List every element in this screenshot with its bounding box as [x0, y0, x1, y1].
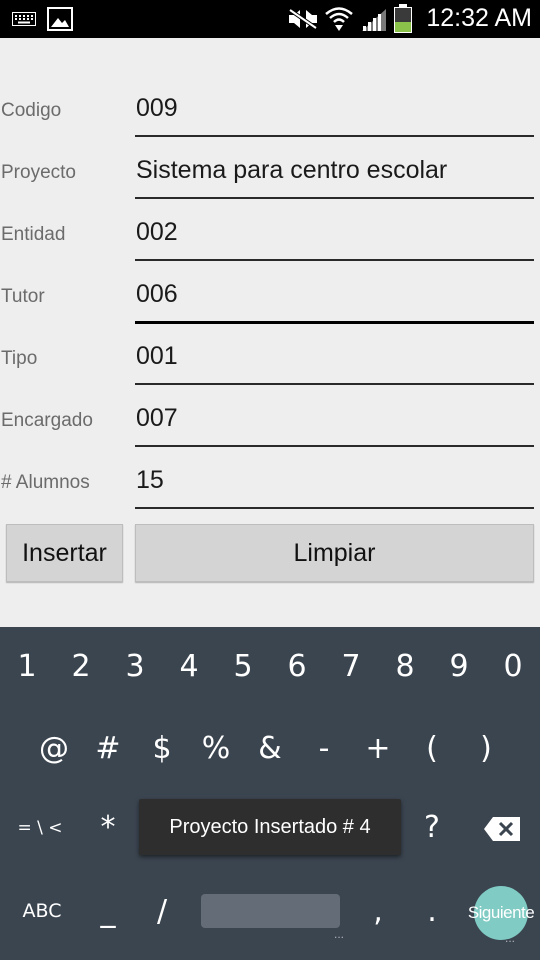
next-button[interactable]: Siguiente: [468, 886, 535, 940]
field-alumnos: # Alumnos 15: [0, 452, 540, 514]
alumnos-input-underline: [135, 507, 534, 509]
alumnos-input[interactable]: 15: [136, 466, 164, 495]
clear-button[interactable]: Limpiar: [135, 524, 534, 582]
key-hash[interactable]: #: [81, 719, 135, 779]
field-label-codigo: Codigo: [1, 100, 62, 121]
field-label-proyecto: Proyecto: [1, 162, 76, 183]
key-question[interactable]: ?: [405, 798, 459, 858]
field-codigo: Codigo 009: [0, 80, 540, 142]
mute-icon: [288, 8, 318, 30]
key-dollar[interactable]: $: [135, 719, 189, 779]
key-plus[interactable]: +: [351, 719, 405, 779]
key-minus[interactable]: -: [297, 719, 351, 779]
key-1[interactable]: 1: [0, 637, 54, 697]
key-comma[interactable]: ,: [351, 882, 405, 942]
tipo-input[interactable]: 001: [136, 342, 178, 371]
key-2[interactable]: 2: [54, 637, 108, 697]
soft-keyboard: 1 2 3 4 5 6 7 8 9 0 @ # $ % & - + ( ) = …: [0, 627, 540, 960]
backspace-icon[interactable]: [483, 816, 521, 842]
next-key-dots: ...: [505, 931, 516, 945]
field-label-entidad: Entidad: [1, 224, 66, 245]
image-icon: [47, 7, 73, 31]
space-key[interactable]: [201, 894, 340, 928]
field-tutor: Tutor 006: [0, 266, 540, 328]
key-8[interactable]: 8: [378, 637, 432, 697]
key-7[interactable]: 7: [324, 637, 378, 697]
key-at[interactable]: @: [27, 719, 81, 779]
key-5[interactable]: 5: [216, 637, 270, 697]
key-slash[interactable]: /: [135, 882, 189, 942]
key-4[interactable]: 4: [162, 637, 216, 697]
field-label-encargado: Encargado: [1, 410, 93, 431]
field-encargado: Encargado 007: [0, 390, 540, 452]
encargado-input[interactable]: 007: [136, 404, 178, 433]
keyboard-icon: [12, 12, 36, 26]
proyecto-input[interactable]: Sistema para centro escolar: [136, 156, 447, 185]
wifi-icon: [325, 7, 353, 31]
tipo-input-underline: [135, 383, 534, 385]
field-label-tipo: Tipo: [1, 348, 38, 369]
toast-message: Proyecto Insertado # 4: [139, 799, 401, 855]
key-6[interactable]: 6: [270, 637, 324, 697]
entidad-input[interactable]: 002: [136, 218, 178, 247]
field-proyecto: Proyecto Sistema para centro escolar: [0, 142, 540, 204]
key-more-symbols[interactable]: = \ <: [10, 798, 70, 858]
encargado-input-underline: [135, 445, 534, 447]
proyecto-input-underline: [135, 197, 534, 199]
status-time: 12:32 AM: [426, 4, 532, 32]
tutor-input[interactable]: 006: [136, 280, 178, 309]
entidad-input-underline: [135, 259, 534, 261]
field-tipo: Tipo 001: [0, 328, 540, 390]
key-period[interactable]: .: [405, 882, 459, 942]
field-label-tutor: Tutor: [1, 286, 45, 307]
key-ampersand[interactable]: &: [243, 719, 297, 779]
tutor-input-underline: [135, 321, 534, 324]
key-percent[interactable]: %: [189, 719, 243, 779]
field-entidad: Entidad 002: [0, 204, 540, 266]
key-close-paren[interactable]: ): [459, 719, 513, 779]
key-abc[interactable]: ABC: [2, 881, 82, 941]
key-0[interactable]: 0: [486, 637, 540, 697]
key-3[interactable]: 3: [108, 637, 162, 697]
battery-icon: [394, 4, 412, 33]
key-9[interactable]: 9: [432, 637, 486, 697]
insert-button[interactable]: Insertar: [6, 524, 123, 582]
status-bar: 12:32 AM: [0, 0, 540, 38]
field-label-alumnos: # Alumnos: [1, 472, 90, 493]
key-underscore[interactable]: _: [81, 882, 135, 942]
space-key-dots: ...: [334, 927, 345, 941]
key-open-paren[interactable]: (: [405, 719, 459, 779]
key-asterisk[interactable]: *: [81, 798, 135, 858]
codigo-input[interactable]: 009: [136, 94, 178, 123]
codigo-input-underline: [135, 135, 534, 137]
signal-icon: [362, 9, 386, 31]
